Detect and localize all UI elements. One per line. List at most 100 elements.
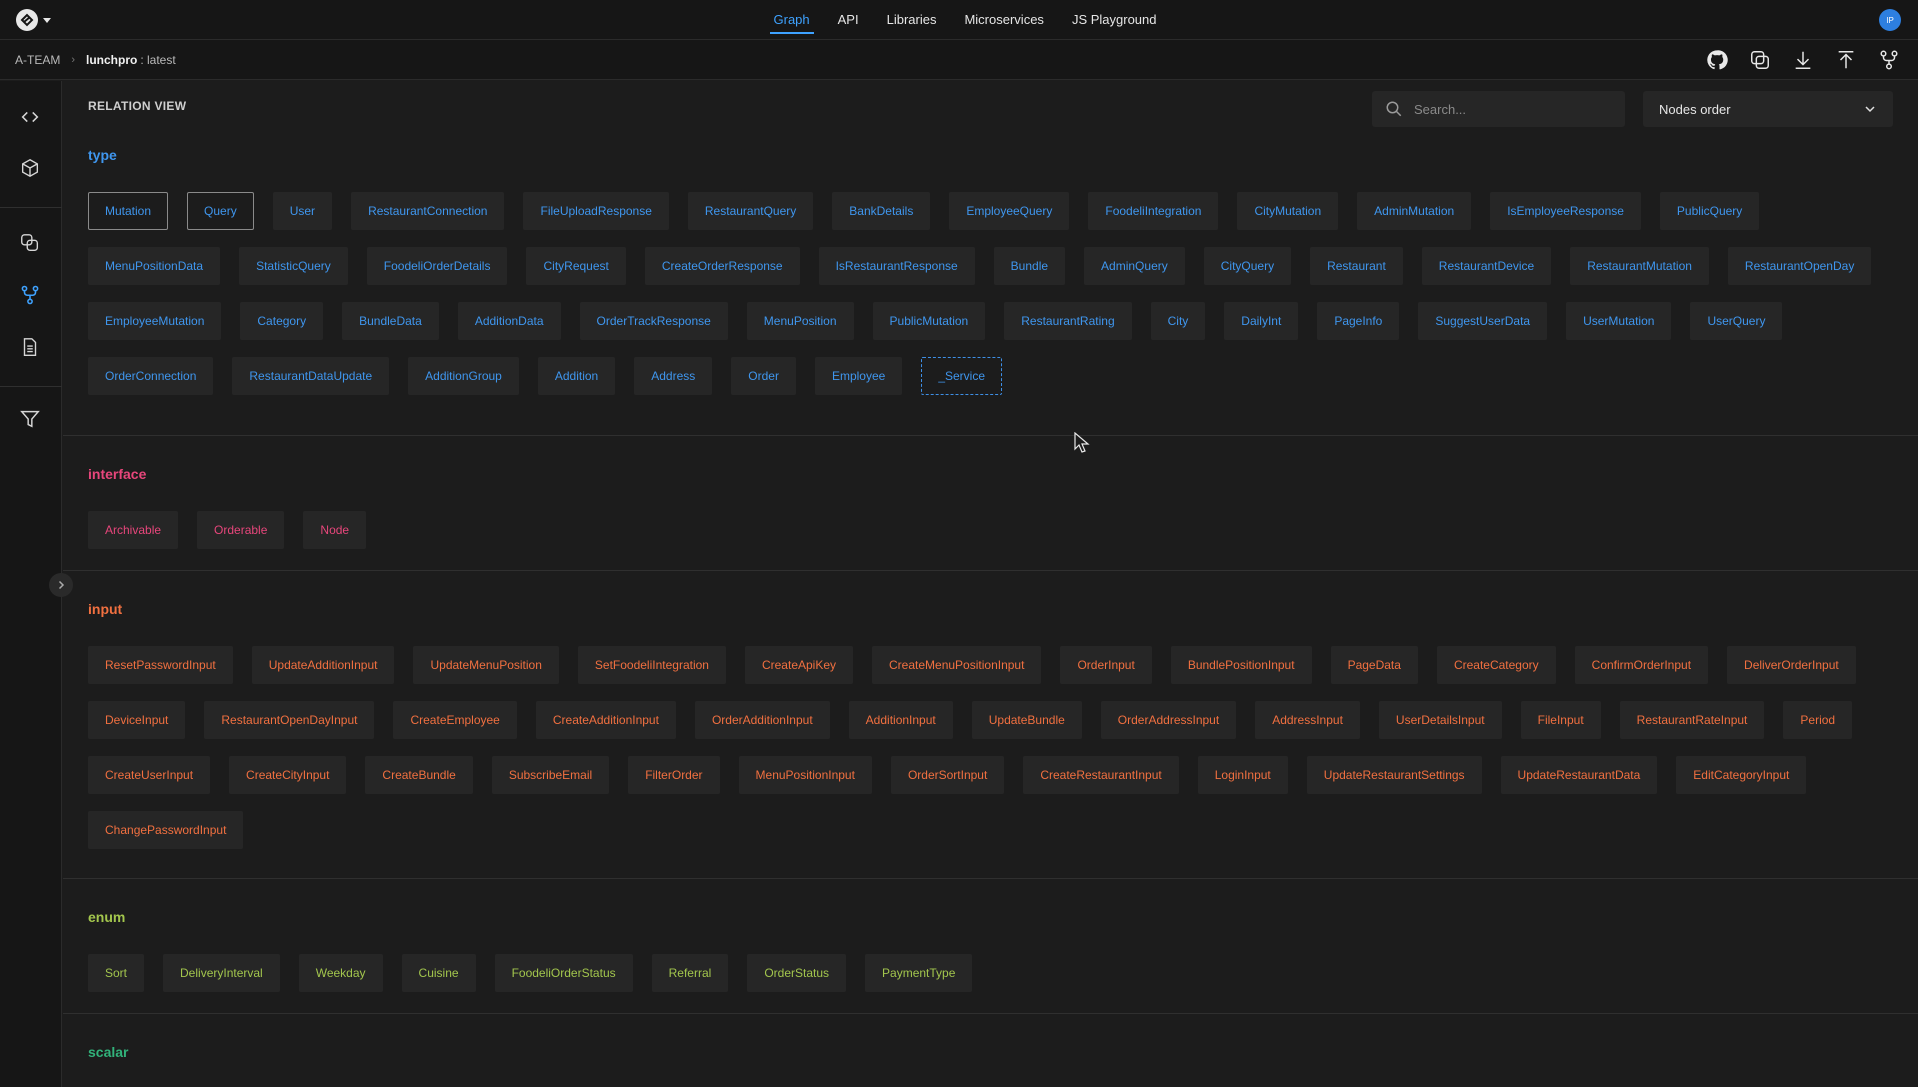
nodes-order-select[interactable]: Nodes order: [1643, 91, 1893, 127]
node-chip[interactable]: PageData: [1330, 646, 1418, 684]
expand-sidebar-button[interactable]: [49, 573, 73, 597]
node-chip[interactable]: DeliveryInterval: [163, 954, 280, 992]
node-chip[interactable]: UpdateRestaurantData: [1500, 756, 1658, 794]
node-chip[interactable]: AddressInput: [1255, 701, 1360, 739]
node-chip[interactable]: CreateOrderResponse: [644, 247, 800, 285]
breadcrumb-project[interactable]: lunchpro: [86, 53, 137, 67]
node-chip[interactable]: RestaurantDataUpdate: [232, 357, 390, 395]
node-chip[interactable]: DailyInt: [1224, 302, 1299, 340]
node-chip[interactable]: Order: [731, 357, 796, 395]
node-chip[interactable]: Sort: [88, 954, 145, 992]
node-chip[interactable]: FoodeliOrderDetails: [366, 247, 508, 285]
sidebar-item-relation[interactable]: [16, 281, 44, 309]
tab-js-playground[interactable]: JS Playground: [1068, 0, 1161, 40]
node-chip[interactable]: DeviceInput: [88, 701, 186, 739]
node-chip[interactable]: RestaurantRateInput: [1619, 701, 1765, 739]
node-chip[interactable]: PaymentType: [865, 954, 973, 992]
sidebar-item-document[interactable]: [16, 333, 44, 361]
node-chip[interactable]: Restaurant: [1310, 247, 1403, 285]
node-chip[interactable]: StatisticQuery: [239, 247, 348, 285]
node-chip[interactable]: MenuPosition: [746, 302, 854, 340]
node-chip[interactable]: CityQuery: [1203, 247, 1292, 285]
node-chip[interactable]: AdditionGroup: [408, 357, 519, 395]
node-chip[interactable]: PublicQuery: [1659, 192, 1760, 230]
node-chip[interactable]: ConfirmOrderInput: [1574, 646, 1709, 684]
sidebar-item-layers[interactable]: [16, 229, 44, 257]
upload-button[interactable]: [1824, 40, 1867, 80]
node-chip[interactable]: ResetPasswordInput: [88, 646, 233, 684]
node-chip[interactable]: RestaurantOpenDayInput: [204, 701, 375, 739]
node-chip[interactable]: Mutation: [88, 192, 169, 230]
node-chip[interactable]: Query: [187, 192, 254, 230]
node-chip[interactable]: EmployeeMutation: [88, 302, 222, 340]
node-chip[interactable]: CreateBundle: [365, 756, 473, 794]
node-chip[interactable]: UpdateRestaurantSettings: [1306, 756, 1482, 794]
node-chip[interactable]: UserQuery: [1690, 302, 1783, 340]
node-chip[interactable]: OrderTrackResponse: [579, 302, 728, 340]
node-chip[interactable]: CreateEmployee: [393, 701, 517, 739]
node-chip[interactable]: CreateCityInput: [229, 756, 347, 794]
node-chip[interactable]: PageInfo: [1317, 302, 1400, 340]
node-chip[interactable]: EmployeeQuery: [949, 192, 1070, 230]
download-button[interactable]: [1781, 40, 1824, 80]
node-chip[interactable]: RestaurantDevice: [1421, 247, 1552, 285]
node-chip[interactable]: Referral: [651, 954, 729, 992]
node-chip[interactable]: RestaurantQuery: [687, 192, 814, 230]
node-chip[interactable]: Category: [240, 302, 324, 340]
node-chip[interactable]: AdditionInput: [848, 701, 953, 739]
node-chip[interactable]: Bundle: [993, 247, 1066, 285]
node-chip[interactable]: Orderable: [197, 511, 285, 549]
node-chip[interactable]: OrderSortInput: [890, 756, 1005, 794]
node-chip[interactable]: _Service: [921, 357, 1003, 395]
node-chip[interactable]: CreateCategory: [1436, 646, 1556, 684]
node-chip[interactable]: Addition: [537, 357, 616, 395]
node-chip[interactable]: AdditionData: [457, 302, 561, 340]
node-chip[interactable]: UpdateMenuPosition: [413, 646, 559, 684]
node-chip[interactable]: UpdateBundle: [971, 701, 1082, 739]
node-chip[interactable]: City: [1150, 302, 1206, 340]
node-chip[interactable]: IsRestaurantResponse: [818, 247, 975, 285]
node-chip[interactable]: Weekday: [298, 954, 383, 992]
node-chip[interactable]: RestaurantRating: [1004, 302, 1132, 340]
node-chip[interactable]: CreateUserInput: [88, 756, 211, 794]
github-button[interactable]: [1695, 40, 1738, 80]
node-chip[interactable]: SubscribeEmail: [491, 756, 610, 794]
node-chip[interactable]: CreateMenuPositionInput: [872, 646, 1042, 684]
node-chip[interactable]: OrderAdditionInput: [694, 701, 830, 739]
node-chip[interactable]: RestaurantConnection: [351, 192, 505, 230]
node-chip[interactable]: Period: [1783, 701, 1853, 739]
sidebar-item-code[interactable]: [16, 103, 44, 131]
node-chip[interactable]: CreateApiKey: [744, 646, 854, 684]
tab-microservices[interactable]: Microservices: [960, 0, 1047, 40]
node-chip[interactable]: Address: [634, 357, 713, 395]
node-chip[interactable]: UpdateAdditionInput: [251, 646, 395, 684]
node-chip[interactable]: ChangePasswordInput: [88, 811, 244, 849]
node-chip[interactable]: Archivable: [88, 511, 179, 549]
breadcrumb-team[interactable]: A-TEAM: [15, 53, 60, 67]
avatar[interactable]: IP: [1879, 9, 1901, 31]
node-chip[interactable]: RestaurantOpenDay: [1727, 247, 1872, 285]
node-chip[interactable]: RestaurantMutation: [1570, 247, 1709, 285]
tab-graph[interactable]: Graph: [769, 0, 814, 40]
node-chip[interactable]: OrderStatus: [747, 954, 847, 992]
node-chip[interactable]: SetFoodeliIntegration: [577, 646, 726, 684]
node-chip[interactable]: LoginInput: [1197, 756, 1288, 794]
node-chip[interactable]: BundleData: [342, 302, 439, 340]
node-chip[interactable]: FileInput: [1520, 701, 1601, 739]
search-input[interactable]: [1414, 101, 1614, 117]
node-chip[interactable]: PublicMutation: [872, 302, 986, 340]
node-chip[interactable]: Node: [303, 511, 367, 549]
node-chip[interactable]: AdminQuery: [1084, 247, 1185, 285]
node-chip[interactable]: CreateAdditionInput: [535, 701, 676, 739]
node-chip[interactable]: CityMutation: [1237, 192, 1339, 230]
tab-api[interactable]: API: [834, 0, 863, 40]
sidebar-item-filter[interactable]: [16, 405, 44, 433]
node-chip[interactable]: FoodeliIntegration: [1088, 192, 1219, 230]
node-chip[interactable]: OrderInput: [1060, 646, 1152, 684]
node-chip[interactable]: SuggestUserData: [1418, 302, 1548, 340]
node-chip[interactable]: BankDetails: [832, 192, 931, 230]
node-chip[interactable]: CityRequest: [526, 247, 626, 285]
node-chip[interactable]: User: [272, 192, 333, 230]
node-chip[interactable]: BundlePositionInput: [1170, 646, 1312, 684]
node-chip[interactable]: FoodeliOrderStatus: [494, 954, 633, 992]
